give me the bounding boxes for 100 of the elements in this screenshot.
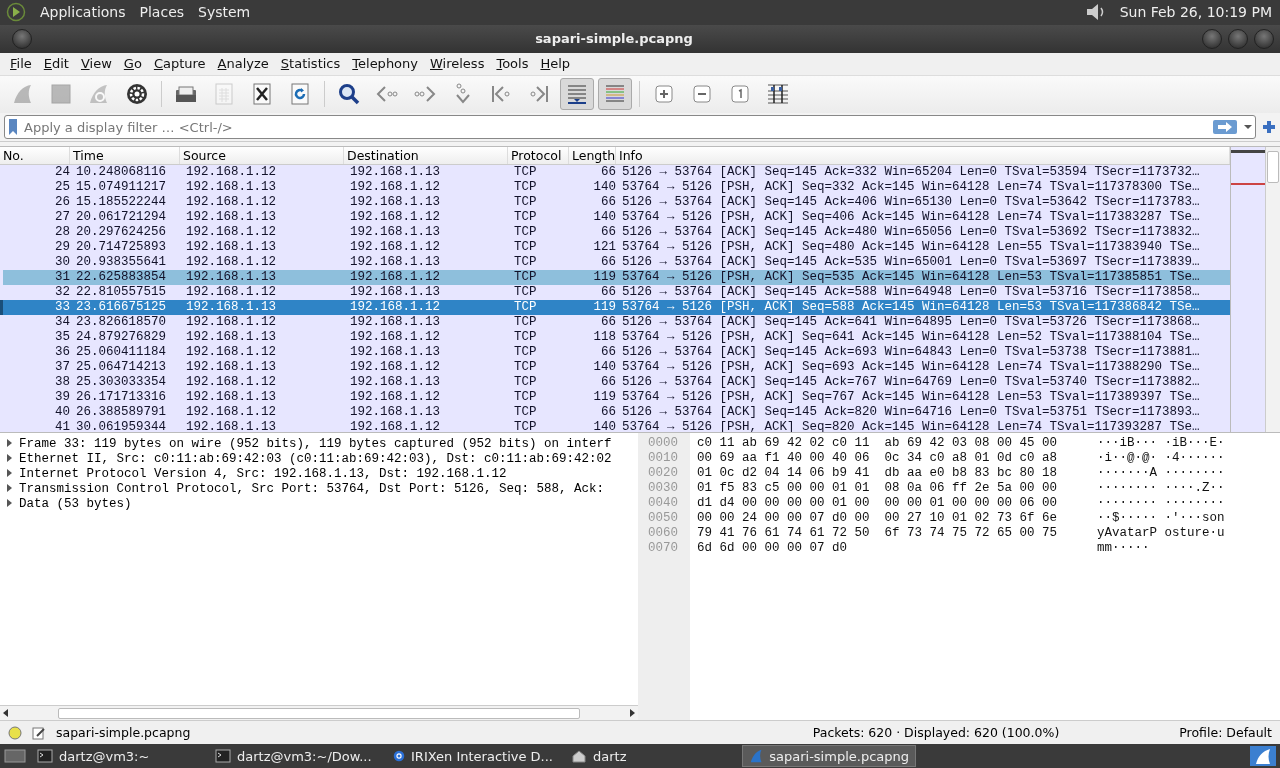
clock[interactable]: Sun Feb 26, 10:19 PM (1119, 4, 1272, 21)
taskbar-item[interactable]: dartz@vm3:~ (30, 745, 204, 768)
table-cell-text: 30.061959344 (75, 420, 167, 433)
menu-item[interactable]: View (74, 56, 118, 72)
table-cell-text: 5126 → 53764 [ACK] Seq=145 Ack=588 Win=64948 Len=0 TSval=53716 TSecr=1173858… (621, 285, 1201, 301)
bookmark-icon[interactable] (8, 119, 18, 136)
table-cell-text: TCP (513, 300, 538, 316)
column-header[interactable]: Protocol (508, 147, 569, 165)
vertical-scrollbar[interactable] (1265, 147, 1280, 433)
table-cell-text: TCP (513, 210, 538, 226)
close-button[interactable] (1254, 28, 1274, 49)
ascii-bytes: ········ ····.Z·· (1097, 481, 1225, 497)
column-header[interactable]: Time (70, 147, 180, 165)
maximize-button[interactable] (1228, 28, 1248, 49)
table-cell-text: 66 (600, 195, 617, 211)
taskbar-item[interactable]: dartz (564, 745, 738, 768)
table-cell-text: TCP (513, 420, 538, 433)
menu-item[interactable]: Telephony (346, 56, 424, 72)
menu-item[interactable]: File (4, 56, 38, 72)
table-cell-text: 119 (592, 390, 617, 406)
table-cell-text: 140 (592, 420, 617, 433)
ascii-bytes: ···iB··· ·iB···E· (1097, 436, 1225, 452)
packet-row[interactable]: 41 30.061959344 192.168.1.13 192.168.1.12 TCP 140 53764 → 5126 [PSH, ACK] Seq=820 Ack=145 Win=64128 Len=74 TSval=117393287 TSe… (0, 420, 1230, 433)
packet-row[interactable]: 29 20.714725893 192.168.1.13 192.168.1.12 TCP 121 53764 → 5126 [PSH, ACK] Seq=480 Ack=145 Win=64128 Len=55 TSval=117383940 TSe… (0, 240, 1230, 256)
packet-row[interactable]: 38 25.303033354 192.168.1.12 192.168.1.13 TCP 66 5126 → 53764 [ACK] Seq=145 Ack=767 Win=64769 Len=0 TSval=53740 TSecr=1173882… (0, 375, 1230, 391)
edit-icon[interactable] (32, 725, 46, 740)
panel-menu[interactable]: System (198, 4, 251, 21)
table-cell-text: 31 (54, 270, 71, 286)
table-cell-text: 28 (54, 225, 71, 241)
packet-row[interactable]: 28 20.297624256 192.168.1.12 192.168.1.13 TCP 66 5126 → 53764 [ACK] Seq=145 Ack=480 Win=65056 Len=0 TSval=53692 TSecr=1173832… (0, 225, 1230, 241)
packet-row[interactable]: 35 24.879276829 192.168.1.13 192.168.1.12 TCP 118 53764 → 5126 [PSH, ACK] Seq=641 Ack=145 Win=64128 Len=52 TSval=117388104 TSe… (0, 330, 1230, 346)
menu-item[interactable]: Help (534, 56, 577, 72)
taskbar-item[interactable]: IRIXen Interactive D... (386, 745, 560, 768)
menu-item[interactable]: Analyze (211, 56, 275, 72)
tree-item[interactable]: Internet Protocol Version 4, Src: 192.168.1.13, Dst: 192.168.1.12 (19, 466, 507, 481)
packet-row[interactable]: 30 20.938355641 192.168.1.12 192.168.1.13 TCP 66 5126 → 53764 [ACK] Seq=145 Ack=535 Win=65001 Len=0 TSval=53697 TSecr=1173839… (0, 255, 1230, 271)
table-cell-text: 192.168.1.13 (185, 420, 277, 433)
panel-menu[interactable]: Places (139, 4, 185, 21)
file-icon (212, 82, 236, 107)
packet-row[interactable]: 26 15.185522244 192.168.1.12 192.168.1.13 TCP 66 5126 → 53764 [ACK] Seq=145 Ack=406 Win=65130 Len=0 TSval=53642 TSecr=1173783… (0, 195, 1230, 211)
table-cell-text: 53764 → 5126 [PSH, ACK] Seq=588 Ack=145 Win=64128 Len=53 TSval=117386842 TSe… (621, 300, 1201, 316)
tree-item[interactable]: Ethernet II, Src: c0:11:ab:69:42:03 (c0:11:ab:69:42:03), Dst: c0:11:ab:69:42:02 (19, 451, 612, 466)
table-cell-text: 192.168.1.13 (185, 180, 277, 196)
table-cell-text: TCP (513, 255, 538, 271)
packet-row[interactable]: 33 23.616675125 192.168.1.13 192.168.1.12 TCP 119 53764 → 5126 [PSH, ACK] Seq=588 Ack=145 Win=64128 Len=53 TSval=117386842 TSe… (0, 300, 1230, 316)
table-cell-text: TCP (513, 330, 538, 346)
hex-bytes: c0 11 ab 69 42 02 c0 11 ab 69 42 03 08 00 45 00 (697, 436, 1059, 452)
table-cell-text: 22.810557515 (75, 285, 167, 301)
packet-row[interactable]: 40 26.388589791 192.168.1.12 192.168.1.13 TCP 66 5126 → 53764 [ACK] Seq=145 Ack=820 Win=64716 Len=0 TSval=53751 TSecr=1173893… (0, 405, 1230, 421)
hex-bytes: 00 69 aa f1 40 00 40 06 0c 34 c0 a8 01 0d c0 a8 (697, 451, 1059, 467)
table-cell-text: TCP (513, 240, 538, 256)
table-cell-text: 192.168.1.13 (185, 210, 277, 226)
column-header[interactable]: No. (0, 147, 70, 165)
table-cell-text: 20.714725893 (75, 240, 167, 256)
profile-label[interactable]: Profile: Default (1179, 725, 1272, 741)
table-cell-text: 192.168.1.13 (349, 285, 441, 301)
minimize-button[interactable] (1202, 28, 1222, 49)
packet-row[interactable]: 24 10.248068116 192.168.1.12 192.168.1.13 TCP 66 5126 → 53764 [ACK] Seq=145 Ack=332 Win=65204 Len=0 TSval=53594 TSecr=1173732… (0, 165, 1230, 181)
column-header[interactable]: Destination (344, 147, 508, 165)
table-cell-text: 26.171713316 (75, 390, 167, 406)
display-filter-field[interactable]: Apply a display filter … <Ctrl-/> (4, 115, 1256, 140)
packet-row[interactable]: 27 20.061721294 192.168.1.13 192.168.1.12 TCP 140 53764 → 5126 [PSH, ACK] Seq=406 Ack=145 Win=64128 Len=74 TSval=117383287 TSe… (0, 210, 1230, 226)
filter-input[interactable]: Apply a display filter … <Ctrl-/> (22, 118, 1209, 136)
packet-row[interactable]: 39 26.171713316 192.168.1.13 192.168.1.12 TCP 119 53764 → 5126 [PSH, ACK] Seq=767 Ack=145 Win=64128 Len=53 TSval=117389397 TSe… (0, 390, 1230, 406)
tree-item[interactable]: Transmission Control Protocol, Src Port: 53764, Dst Port: 5126, Seq: 588, Ack: (19, 481, 605, 496)
menu-item[interactable]: Edit (37, 56, 75, 72)
panel-menu[interactable]: Applications (40, 4, 126, 21)
taskbar-item[interactable]: sapari-simple.pcapng (742, 745, 916, 768)
table-cell-text: 5126 → 53764 [ACK] Seq=145 Ack=480 Win=65056 Len=0 TSval=53692 TSecr=1173832… (621, 225, 1201, 241)
table-cell-text: 192.168.1.12 (185, 345, 277, 361)
taskbar-item[interactable]: dartz@vm3:~/Dow... (208, 745, 382, 768)
table-cell-text: TCP (513, 270, 538, 286)
menu-item[interactable]: Tools (490, 56, 535, 72)
menu-item[interactable]: Statistics (274, 56, 347, 72)
table-cell-text: 192.168.1.12 (349, 360, 441, 376)
tree-item[interactable]: Data (53 bytes) (19, 496, 132, 511)
toolbar-button[interactable] (560, 78, 594, 111)
packet-row[interactable]: 32 22.810557515 192.168.1.12 192.168.1.13 TCP 66 5126 → 53764 [ACK] Seq=145 Ack=588 Win=64948 Len=0 TSval=53716 TSecr=1173858… (0, 285, 1230, 301)
packet-row[interactable]: 34 23.826618570 192.168.1.12 192.168.1.13 TCP 66 5126 → 53764 [ACK] Seq=145 Ack=641 Win=64895 Len=0 TSval=53726 TSecr=1173868… (0, 315, 1230, 331)
table-cell-text: 140 (592, 180, 617, 196)
table-cell-text: 36 (54, 345, 71, 361)
menu-item[interactable]: Go (117, 56, 148, 72)
workspace-icon[interactable] (1250, 746, 1276, 767)
column-header[interactable]: Source (180, 147, 344, 165)
column-header[interactable]: Length (569, 147, 616, 165)
add-icon[interactable] (1262, 120, 1276, 135)
menu-item[interactable]: Capture (147, 56, 212, 72)
tree-item[interactable]: Frame 33: 119 bytes on wire (952 bits), 119 bytes captured (952 bits) on interf (19, 436, 612, 451)
packet-row[interactable]: 31 22.625883854 192.168.1.13 192.168.1.12 TCP 119 53764 → 5126 [PSH, ACK] Seq=535 Ack=145 Win=64128 Len=53 TSval=117385851 TSe… (0, 270, 1230, 286)
packet-row[interactable]: 36 25.060411184 192.168.1.12 192.168.1.13 TCP 66 5126 → 53764 [ACK] Seq=145 Ack=693 Win=64843 Len=0 TSval=53738 TSecr=1173881… (0, 345, 1230, 361)
packet-row[interactable]: 37 25.064714213 192.168.1.13 192.168.1.12 TCP 140 53764 → 5126 [PSH, ACK] Seq=693 Ack=145 Win=64128 Len=74 TSval=117388290 TSe… (0, 360, 1230, 376)
table-cell-text: 33 (54, 300, 71, 316)
terminal-icon (37, 748, 53, 765)
desktop-icon[interactable] (4, 747, 26, 766)
horizontal-scrollbar[interactable] (0, 705, 638, 721)
table-cell-text: TCP (513, 180, 538, 196)
packet-row[interactable]: 25 15.074911217 192.168.1.13 192.168.1.12 TCP 140 53764 → 5126 [PSH, ACK] Seq=332 Ack=145 Win=64128 Len=74 TSval=117378300 TSe… (0, 180, 1230, 196)
table-cell-text: 26.388589791 (75, 405, 167, 421)
window-menu-button[interactable] (12, 28, 32, 49)
menu-item[interactable]: Wireless (424, 56, 491, 72)
